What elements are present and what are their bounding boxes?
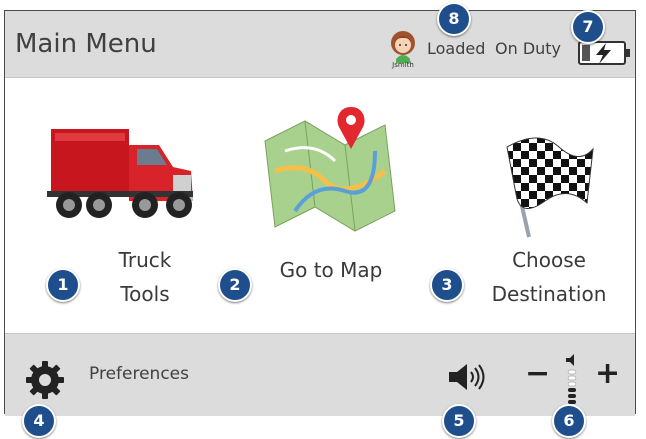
- red-truck-icon: [47, 129, 193, 218]
- truck-tools-label-line2: Tools: [120, 282, 170, 306]
- choose-destination-label-line1: Choose: [512, 248, 586, 272]
- callout-badge-1: 1: [46, 268, 80, 302]
- callout-badge-7: 7: [571, 10, 605, 44]
- duty-status[interactable]: On Duty: [495, 39, 561, 58]
- choose-destination-label-line2: Destination: [491, 282, 607, 306]
- volume-up-button[interactable]: +: [595, 356, 620, 391]
- main-menu-grid: Truck Tools Go to Map Choose Destination: [5, 77, 635, 333]
- load-status[interactable]: Loaded: [427, 39, 485, 58]
- checkered-flag-icon: [506, 137, 594, 238]
- page-title: Main Menu: [15, 29, 157, 59]
- go-to-map-label: Go to Map: [279, 258, 383, 282]
- callout-badge-6: 6: [552, 404, 586, 438]
- choose-destination-label: Choose Destination: [469, 243, 629, 311]
- truck-tools-label: Truck Tools: [85, 243, 205, 311]
- top-bar: Main Menu Jsmith Loaded On Duty: [5, 11, 635, 78]
- callout-badge-4: 4: [22, 404, 56, 438]
- bottom-bar: Preferences − +: [5, 333, 635, 416]
- device-screen: Main Menu Jsmith Loaded On Duty Truck To…: [4, 10, 636, 416]
- speaker-volume-icon[interactable]: [447, 364, 487, 390]
- gear-icon[interactable]: [25, 360, 65, 400]
- preferences-label[interactable]: Preferences: [89, 364, 189, 384]
- callout-badge-5: 5: [442, 404, 476, 438]
- volume-level-icon: [566, 354, 577, 404]
- callout-badge-3: 3: [430, 268, 464, 302]
- callout-badge-2: 2: [218, 268, 252, 302]
- truck-tools-label-line1: Truck: [118, 248, 172, 272]
- folded-map-icon: [264, 107, 396, 232]
- callout-badge-8: 8: [437, 2, 471, 36]
- volume-down-button[interactable]: −: [525, 356, 550, 391]
- avatar-username: Jsmith: [392, 61, 414, 69]
